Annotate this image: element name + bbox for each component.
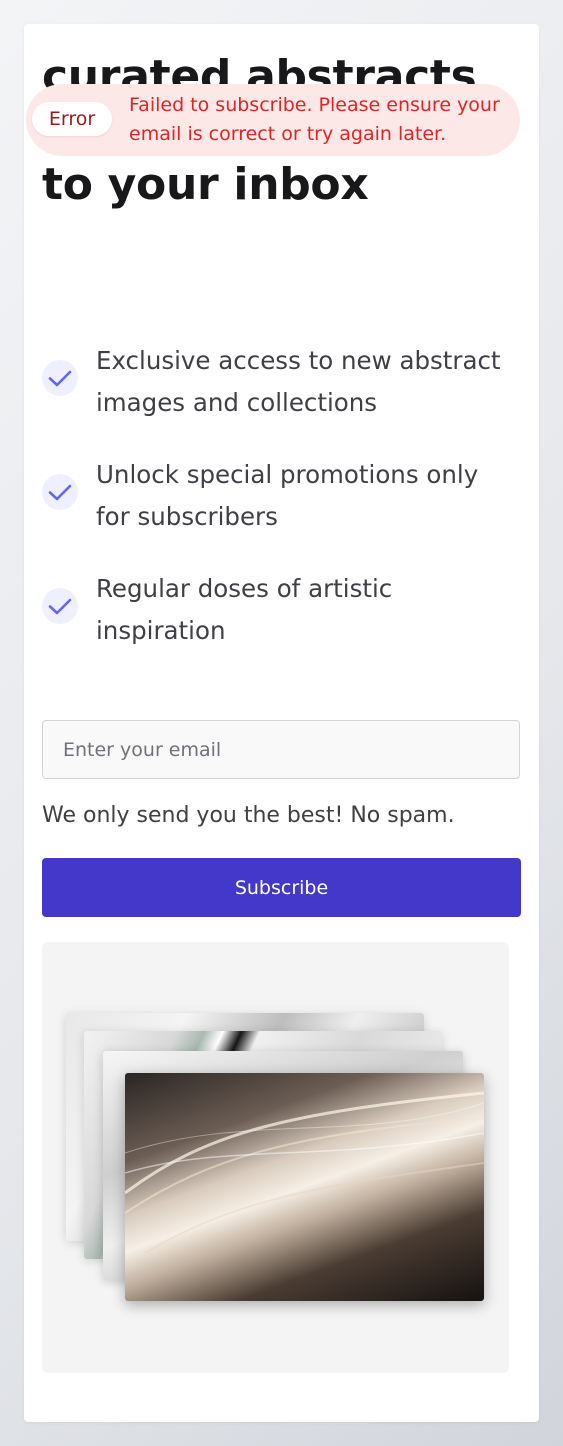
gallery-image-featured <box>125 1073 484 1301</box>
error-badge: Error <box>32 102 112 136</box>
check-icon <box>42 474 78 510</box>
newsletter-card: curated abstracts delivered weekly to yo… <box>24 24 539 1422</box>
image-gallery <box>42 942 509 1373</box>
list-item: Regular doses of artistic inspiration <box>42 568 517 682</box>
check-icon <box>42 360 78 396</box>
error-message: Failed to subscribe. Please ensure your … <box>129 94 500 145</box>
privacy-note: We only send you the best! No spam. <box>42 803 455 828</box>
list-item: Exclusive access to new abstract images … <box>42 340 517 454</box>
check-icon <box>42 588 78 624</box>
feature-text: Regular doses of artistic inspiration <box>96 574 393 645</box>
feature-list: Exclusive access to new abstract images … <box>42 340 517 682</box>
feature-text: Unlock special promotions only for subsc… <box>96 460 479 531</box>
subscribe-button[interactable]: Subscribe <box>42 858 521 917</box>
feature-text: Exclusive access to new abstract images … <box>96 346 501 417</box>
list-item: Unlock special promotions only for subsc… <box>42 454 517 568</box>
email-input[interactable] <box>42 720 520 779</box>
error-toast: Error Failed to subscribe. Please ensure… <box>26 84 520 156</box>
